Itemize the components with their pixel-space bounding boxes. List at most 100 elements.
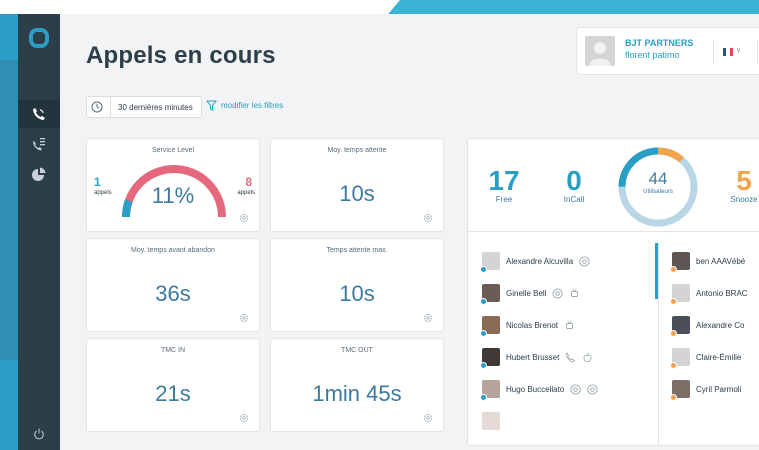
sidebar-item-call-list[interactable] [18, 130, 60, 158]
stat-snooze[interactable]: 5 Snooze [724, 165, 759, 205]
apple-icon [583, 352, 592, 362]
users-panel: 17 Free 0 InCall 44 Utilisateurs 5 Snooz… [467, 138, 759, 446]
stat-snooze-count: 5 [736, 165, 752, 196]
avatar [480, 316, 500, 337]
stat-total-count: 44 [648, 169, 668, 188]
status-dot [670, 362, 677, 369]
time-filter-label: 30 dernières minutes [118, 102, 193, 112]
edit-filters-label: modifier les filtres [221, 101, 284, 110]
list-item[interactable]: Ginelle Bell [480, 283, 580, 305]
avatar [670, 252, 690, 273]
list-item[interactable]: Hugo Buccellato [480, 379, 598, 401]
avatar [480, 252, 500, 273]
card-title: TMC OUT [341, 347, 373, 354]
chevron-down-icon[interactable]: ∨ [736, 46, 741, 54]
avatar [670, 316, 690, 337]
edit-filters-link[interactable]: modifier les filtres [206, 100, 283, 111]
avatar [670, 380, 690, 401]
user-name: ben AAAVébé [696, 256, 746, 266]
list-item[interactable]: Hubert Brusset [480, 347, 593, 369]
list-item[interactable]: Cyril Parmoli [670, 379, 742, 401]
user-name: Alexandre Alcuvilla [506, 256, 574, 266]
sidebar-item-calls[interactable] [18, 100, 60, 128]
card-title: Service Level [151, 147, 195, 154]
stat-incall[interactable]: 0 InCall [556, 165, 592, 205]
card-max-wait: Temps attente max. 10s [270, 238, 444, 332]
gear-icon[interactable] [423, 313, 433, 323]
account-user: florent patimo [625, 50, 680, 60]
stat-total-label: Utilisateurs [643, 189, 673, 195]
user-name: Nicolas Brenot [506, 320, 559, 330]
android-icon [571, 288, 579, 297]
app-logo-icon[interactable] [29, 28, 49, 48]
user-name: Hubert Brusset [506, 352, 560, 362]
power-icon [34, 428, 44, 440]
card-value: 1min 45s [312, 381, 402, 406]
user-name: Alexandre Co [696, 320, 745, 330]
status-dot [480, 266, 487, 273]
status-dot [480, 394, 487, 401]
card-title: TMC IN [160, 347, 186, 354]
card-tmc-out: TMC OUT 1min 45s [270, 338, 444, 432]
divider [757, 40, 758, 64]
call-list-icon [33, 138, 45, 151]
main-content: Appels en cours 30 dernières minutes mod… [60, 14, 759, 450]
gear-icon[interactable] [239, 213, 249, 223]
scroll-indicator[interactable] [655, 243, 658, 299]
user-name: Ginelle Bell [506, 288, 547, 298]
funnel-icon [206, 100, 217, 111]
card-value: 36s [155, 281, 191, 306]
status-dot [480, 298, 487, 305]
list-item[interactable]: Antonio BRAC [670, 283, 748, 305]
avatar [480, 348, 500, 369]
avatar [480, 380, 500, 401]
card-title: Temps attente max. [326, 247, 388, 254]
card-avg-wait: Moy. temps attente 10s [270, 138, 444, 232]
sidebar-item-stats[interactable] [18, 160, 60, 188]
clock-icon [91, 101, 103, 113]
gear-icon[interactable] [423, 213, 433, 223]
gear-icon[interactable] [423, 413, 433, 423]
list-item[interactable]: Nicolas Brenot [480, 315, 575, 337]
card-avg-before-abandon: Moy. temps avant abandon 36s [86, 238, 260, 332]
service-level-value: 11% [151, 183, 195, 208]
divider [468, 231, 759, 232]
divider [658, 243, 659, 445]
stat-snooze-label: Snooze [730, 195, 758, 204]
status-dot [670, 330, 677, 337]
user-name: Cyril Parmoli [696, 384, 742, 394]
card-value: 21s [155, 381, 191, 406]
stat-free-label: Free [495, 195, 513, 204]
card-title: Moy. temps avant abandon [131, 247, 215, 254]
page-title: Appels en cours [86, 42, 276, 69]
card-value: 10s [339, 281, 375, 306]
list-item[interactable]: Alexandre Co [670, 315, 745, 337]
user-name: Antonio BRAC [696, 288, 748, 298]
card-title: Moy. temps attente [327, 147, 387, 154]
status-dot [670, 266, 677, 273]
status-dot [480, 362, 487, 369]
avatar [670, 348, 690, 369]
logout-button[interactable] [18, 428, 60, 440]
list-item[interactable]: Alexandre Alcuvilla [480, 251, 590, 273]
gear-icon[interactable] [239, 413, 249, 423]
list-item[interactable]: ben AAAVébé [670, 251, 746, 273]
time-filter-button[interactable]: 30 dernières minutes [86, 96, 202, 118]
stat-incall-label: InCall [563, 195, 585, 204]
account-box[interactable]: BJT PARTNERS florent patimo ∨ [576, 27, 759, 75]
stat-free[interactable]: 17 Free [486, 165, 522, 205]
flag-fr-icon[interactable] [723, 48, 733, 56]
status-dot [670, 298, 677, 305]
sidebar [18, 14, 60, 450]
gear-icon[interactable] [239, 313, 249, 323]
desk-phone-icon [565, 351, 576, 362]
phone-calls-icon [33, 108, 45, 120]
status-dot [670, 394, 677, 401]
stat-incall-count: 0 [566, 165, 582, 196]
list-item[interactable] [482, 411, 500, 431]
stat-free-count: 17 [488, 165, 520, 196]
avatar [585, 36, 615, 66]
android-icon [566, 320, 573, 329]
avatar [480, 284, 500, 305]
list-item[interactable]: Claire-Émilie [670, 347, 741, 369]
